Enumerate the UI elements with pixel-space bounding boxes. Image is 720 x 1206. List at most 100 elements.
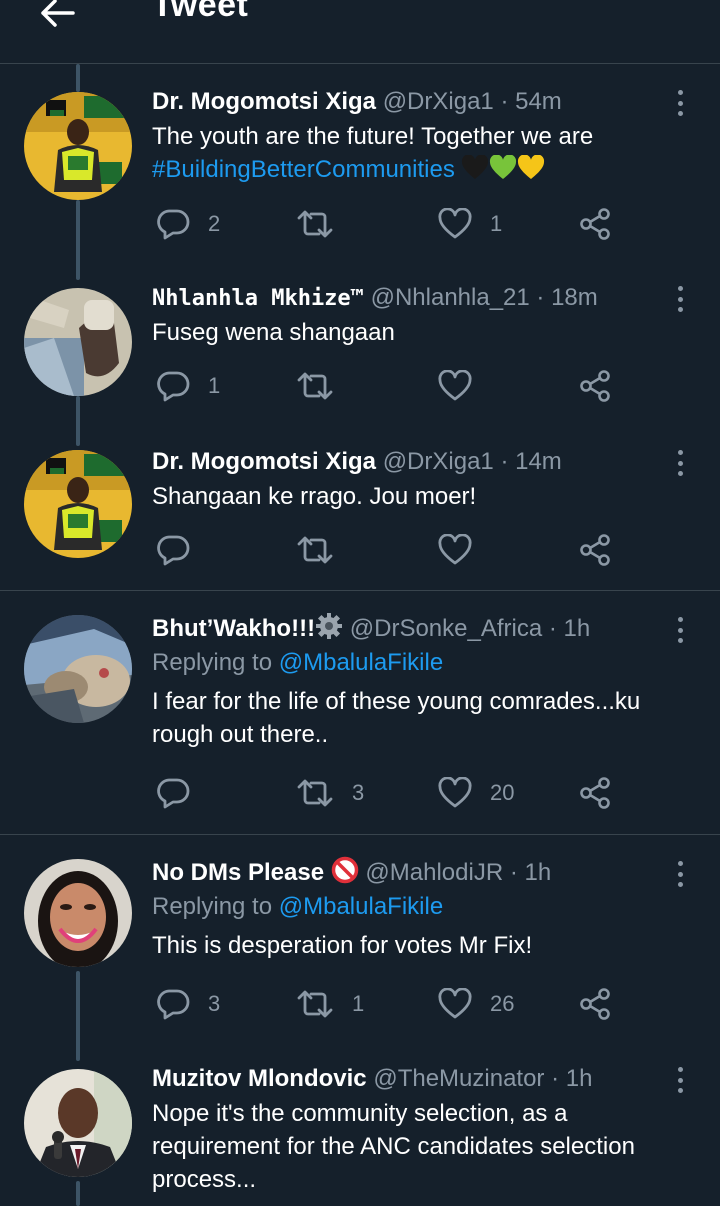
timestamp[interactable]: 1h [564, 615, 591, 642]
tweet[interactable]: Nhlanhla Mkhize™ @Nhlanhla_21 · 18m Fuse… [0, 268, 720, 446]
thread-connector [76, 1181, 80, 1206]
replying-to-handle[interactable]: @MbalulaFikile [279, 893, 443, 920]
retweet-count: 1 [352, 991, 365, 1016]
like-button[interactable]: 1 [438, 202, 502, 246]
yellow-heart-icon [518, 155, 545, 179]
reply-button[interactable]: 2 [156, 202, 220, 246]
share-button[interactable] [578, 202, 612, 246]
tweet-actions [152, 528, 632, 572]
heart-icon [438, 777, 472, 808]
avatar[interactable] [24, 615, 132, 723]
display-name[interactable]: No DMs Please [152, 859, 324, 886]
tweet-text: I fear for the life of these young comra… [152, 688, 641, 748]
tweet-header: Bhut’Wakho!!! @DrSonke_Africa · 1h [152, 611, 680, 647]
avatar[interactable] [24, 288, 132, 396]
tweet-text: Fuseg wena shangaan [152, 319, 395, 346]
timestamp[interactable]: 14m [515, 448, 562, 475]
reply-icon [157, 209, 190, 240]
reply-icon [157, 989, 190, 1020]
tweet[interactable]: Bhut’Wakho!!! @DrSonke_Africa · 1h Reply… [0, 591, 720, 835]
avatar[interactable] [24, 859, 132, 967]
tweet[interactable]: No DMs Please @MahlodiJR · 1h Replying t… [0, 835, 720, 1061]
share-button[interactable] [578, 528, 612, 572]
heart-icon [438, 534, 472, 565]
retweet-icon [297, 210, 333, 238]
retweet-icon [297, 372, 333, 400]
reply-icon [157, 535, 190, 566]
user-handle[interactable]: @DrSonke_Africa [350, 615, 542, 642]
like-count: 20 [490, 780, 515, 805]
user-handle[interactable]: @MahlodiJR [365, 859, 503, 886]
tweet[interactable]: Muzitov Mlondovic @TheMuzinator · 1h Nop… [0, 1047, 720, 1206]
display-name[interactable]: Nhlanhla Mkhize™ [152, 286, 364, 311]
user-handle[interactable]: @DrXiga1 [383, 88, 494, 115]
timestamp[interactable]: 54m [515, 88, 562, 115]
retweet-button[interactable] [296, 364, 352, 408]
tweet[interactable]: Dr. Mogomotsi Xiga @DrXiga1 · 54m The yo… [0, 64, 720, 280]
share-button[interactable] [578, 771, 612, 815]
like-button[interactable]: 26 [438, 982, 514, 1026]
retweet-button[interactable]: 3 [296, 771, 364, 815]
avatar[interactable] [24, 450, 132, 558]
more-options-button[interactable] [670, 615, 690, 645]
more-options-button[interactable] [670, 1065, 690, 1095]
avatar[interactable] [24, 1069, 132, 1177]
share-icon [580, 370, 610, 402]
retweet-icon [297, 779, 333, 807]
display-name[interactable]: Bhut’Wakho!!! [152, 615, 315, 642]
replying-to: Replying to @MbalulaFikile [152, 645, 680, 681]
share-icon [580, 534, 610, 566]
timestamp[interactable]: 1h [566, 1065, 593, 1092]
retweet-button[interactable] [296, 528, 352, 572]
share-button[interactable] [578, 364, 612, 408]
more-options-button[interactable] [670, 88, 690, 118]
user-handle[interactable]: @Nhlanhla_21 [371, 284, 530, 311]
like-button[interactable] [438, 528, 490, 572]
retweet-icon [297, 990, 333, 1018]
heart-icon [438, 988, 472, 1019]
timestamp[interactable]: 1h [525, 859, 552, 886]
share-icon [580, 988, 610, 1020]
no-entry-icon [331, 856, 358, 884]
share-icon [580, 208, 610, 240]
hashtag-link[interactable]: #BuildingBetterCommunities [152, 156, 455, 183]
more-options-button[interactable] [670, 859, 690, 889]
retweet-button[interactable] [296, 202, 352, 246]
separator-dot: · [500, 448, 509, 475]
black-heart-icon [462, 155, 489, 179]
reply-button[interactable]: 1 [156, 364, 220, 408]
reply-count: 1 [208, 373, 221, 398]
replying-to-label: Replying to [152, 893, 273, 920]
replying-to: Replying to @MbalulaFikile [152, 889, 680, 925]
tweet-actions: 3 1 26 [152, 982, 632, 1026]
heart-icon [438, 370, 472, 401]
like-button[interactable]: 20 [438, 771, 514, 815]
replying-to-handle[interactable]: @MbalulaFikile [279, 649, 443, 676]
tweet-actions: 3 20 [152, 771, 632, 815]
back-button[interactable] [32, 0, 82, 38]
display-name[interactable]: Muzitov Mlondovic [152, 1065, 367, 1092]
retweet-button[interactable]: 1 [296, 982, 364, 1026]
timestamp[interactable]: 18m [551, 284, 598, 311]
share-button[interactable] [578, 982, 612, 1026]
user-handle[interactable]: @TheMuzinator [373, 1065, 544, 1092]
tweet-text-body: The youth are the future! Together we ar… [152, 123, 594, 150]
reply-button[interactable]: 3 [156, 982, 220, 1026]
replying-to-label: Replying to [152, 649, 273, 676]
display-name[interactable]: Dr. Mogomotsi Xiga [152, 448, 376, 475]
tweet[interactable]: Dr. Mogomotsi Xiga @DrXiga1 · 14m Shanga… [0, 432, 720, 591]
like-count: 1 [490, 211, 503, 236]
tweet-header: No DMs Please @MahlodiJR · 1h [152, 855, 680, 891]
separator-dot: · [548, 615, 557, 642]
user-handle[interactable]: @DrXiga1 [383, 448, 494, 475]
avatar[interactable] [24, 92, 132, 200]
like-count: 26 [490, 991, 515, 1016]
display-name[interactable]: Dr. Mogomotsi Xiga [152, 88, 376, 115]
reply-button[interactable] [156, 771, 208, 815]
like-button[interactable] [438, 364, 490, 408]
reply-button[interactable] [156, 528, 208, 572]
page-title: Tweet [152, 0, 249, 24]
more-options-button[interactable] [670, 448, 690, 478]
heart-icon [438, 208, 472, 239]
more-options-button[interactable] [670, 284, 690, 314]
